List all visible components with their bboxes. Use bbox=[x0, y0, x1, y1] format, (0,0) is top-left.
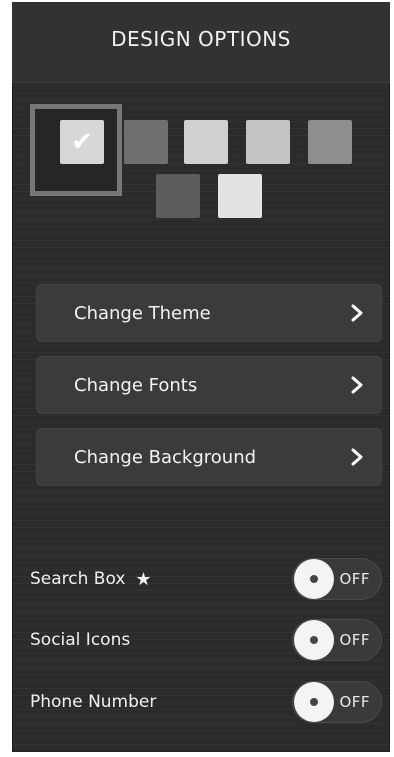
social-icons-toggle[interactable]: OFF bbox=[292, 619, 382, 661]
theme-swatch-1[interactable]: ✔ bbox=[60, 120, 104, 164]
toggle-state-text: OFF bbox=[339, 570, 370, 588]
theme-swatch-3[interactable] bbox=[184, 120, 228, 164]
theme-swatch-7[interactable] bbox=[218, 174, 262, 218]
star-icon: ★ bbox=[135, 568, 152, 590]
change-background-button[interactable]: Change Background bbox=[36, 428, 382, 486]
search-box-label: Search Box bbox=[30, 569, 126, 589]
chevron-right-icon bbox=[346, 446, 368, 468]
check-icon: ✔ bbox=[71, 127, 93, 157]
theme-swatch-2[interactable] bbox=[124, 120, 168, 164]
toggle-state-text: OFF bbox=[339, 693, 370, 711]
change-theme-label: Change Theme bbox=[74, 302, 211, 324]
toggle-row-phone-number: Phone Number OFF bbox=[30, 678, 382, 726]
theme-swatch-6[interactable] bbox=[156, 174, 200, 218]
toggle-knob bbox=[294, 620, 334, 660]
change-theme-button[interactable]: Change Theme bbox=[36, 284, 382, 342]
design-options-panel: DESIGN OPTIONS ✔ Change Theme Change Fon… bbox=[12, 2, 390, 752]
toggle-label-search-box: Search Box ★ bbox=[30, 569, 292, 590]
toggle-label-phone-number: Phone Number bbox=[30, 692, 292, 712]
theme-swatch-5[interactable] bbox=[308, 120, 352, 164]
toggle-label-social-icons: Social Icons bbox=[30, 630, 292, 650]
change-background-label: Change Background bbox=[74, 446, 257, 468]
panel-title: DESIGN OPTIONS bbox=[111, 27, 291, 51]
toggle-knob bbox=[294, 559, 334, 599]
change-fonts-label: Change Fonts bbox=[74, 374, 198, 396]
chevron-right-icon bbox=[346, 374, 368, 396]
toggle-knob bbox=[294, 682, 334, 722]
phone-number-toggle[interactable]: OFF bbox=[292, 681, 382, 723]
search-box-toggle[interactable]: OFF bbox=[292, 558, 382, 600]
social-icons-label: Social Icons bbox=[30, 630, 131, 650]
panel-header: DESIGN OPTIONS bbox=[12, 2, 390, 83]
toggle-state-text: OFF bbox=[339, 631, 370, 649]
toggle-row-search-box: Search Box ★ OFF bbox=[30, 555, 382, 603]
phone-number-label: Phone Number bbox=[30, 692, 157, 712]
chevron-right-icon bbox=[346, 302, 368, 324]
theme-swatch-4[interactable] bbox=[246, 120, 290, 164]
toggle-row-social-icons: Social Icons OFF bbox=[30, 616, 382, 664]
change-fonts-button[interactable]: Change Fonts bbox=[36, 356, 382, 414]
